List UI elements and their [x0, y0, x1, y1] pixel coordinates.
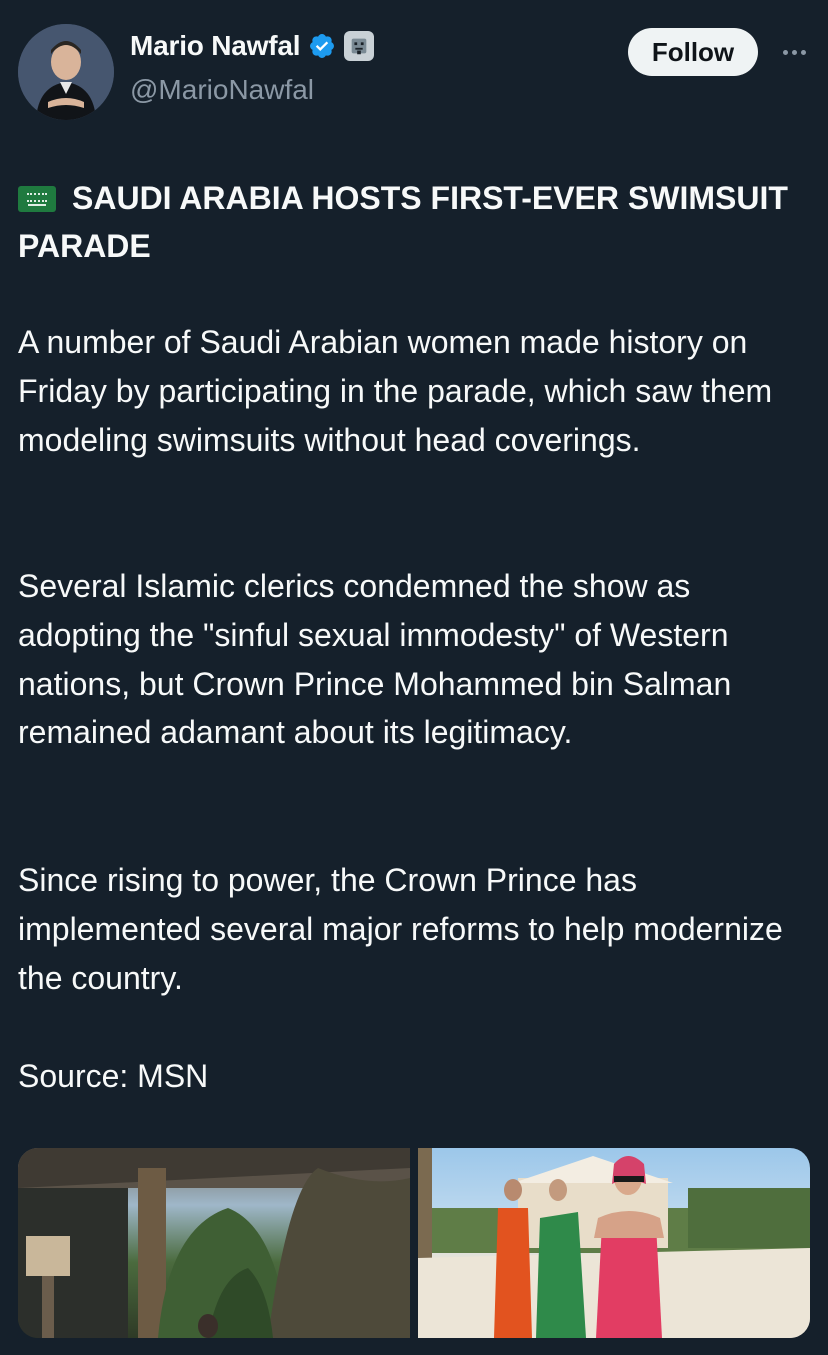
tweet-headline-text: SAUDI ARABIA HOSTS FIRST-EVER SWIMSUIT P…: [18, 180, 788, 264]
author-name-row: Mario Nawfal: [130, 30, 375, 62]
author-display-name[interactable]: Mario Nawfal: [130, 30, 301, 62]
media-image-1[interactable]: [18, 1148, 410, 1338]
media-image-2[interactable]: [418, 1148, 810, 1338]
tweet-media-grid: [18, 1148, 810, 1338]
tweet-paragraph: Since rising to power, the Crown Prince …: [18, 862, 783, 996]
robot-badge-icon[interactable]: [344, 31, 375, 61]
tweet-view: Mario Nawfal @MarioNawfal Follow SAUDI A…: [0, 0, 828, 1355]
follow-button[interactable]: Follow: [628, 28, 758, 76]
tweet-paragraph: A number of Saudi Arabian women made his…: [18, 324, 773, 458]
tweet-headline: SAUDI ARABIA HOSTS FIRST-EVER SWIMSUIT P…: [18, 174, 808, 270]
author-avatar[interactable]: [18, 24, 114, 120]
media-image-2-illustration: [418, 1148, 810, 1338]
avatar-portrait-icon: [18, 24, 114, 120]
verified-badge-icon: [308, 32, 336, 60]
more-options-icon[interactable]: [774, 34, 814, 70]
tweet-source: Source: MSN: [18, 1058, 209, 1094]
author-handle[interactable]: @MarioNawfal: [130, 74, 314, 106]
tweet-paragraph: Several Islamic clerics condemned the sh…: [18, 568, 732, 751]
media-image-1-illustration: [18, 1148, 410, 1338]
bottom-edge: [0, 1348, 828, 1355]
saudi-flag-icon: [18, 186, 56, 212]
